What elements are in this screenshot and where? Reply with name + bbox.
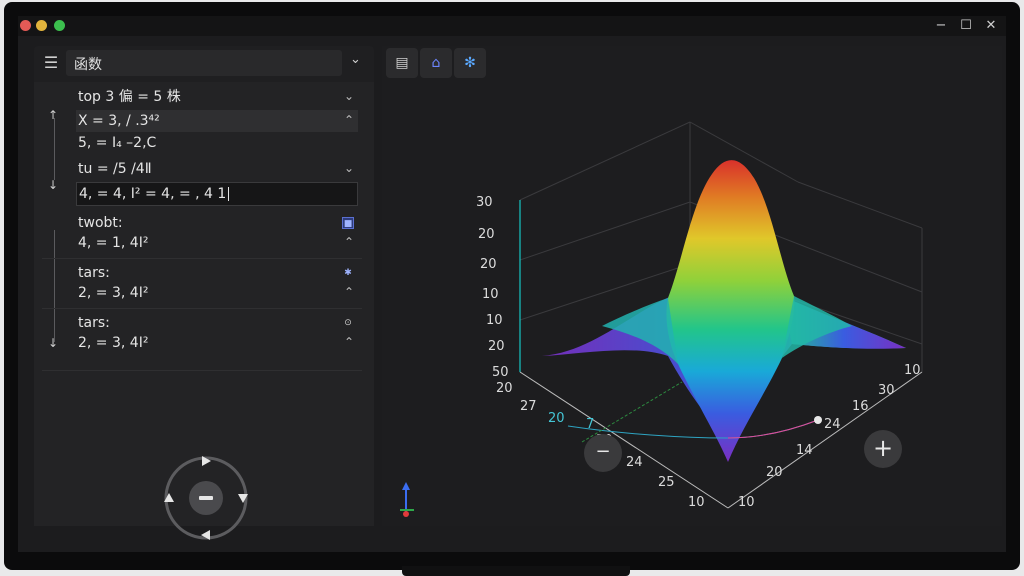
divider [42,370,362,371]
navigation-joystick[interactable] [162,454,250,542]
surface-peak [666,160,795,462]
x-tick-label: 24 [626,455,643,470]
z-tick-label: 20 [478,227,495,242]
hamburger-menu-icon[interactable]: ☰ [38,50,64,76]
z-tick-label: 50 [492,365,509,380]
z-tick-label: 20 [480,257,497,272]
expression-label: tars: [78,265,110,281]
expression-input[interactable]: 4, = 4, I² = 4, = , 4 1 [76,182,358,206]
divider [42,308,362,309]
chevron-up-icon[interactable]: ⌃ [344,335,354,349]
close-icon[interactable]: ✕ [980,16,1002,36]
y-tick-label: 20 [766,465,783,480]
arrow-down-icon[interactable]: ↓ [48,336,58,350]
graph-panel: ▤ ⌂ ✻ 30 20 20 10 10 20 50 20 27 20 7 24… [382,46,1002,526]
title-bar: − ☐ ✕ [18,16,1006,36]
close-dot-icon[interactable] [20,20,31,31]
point-marker [814,416,822,424]
expression-list: ↑ ↓ ↓ top 3 偏 = 5 株 ⌄ X = 3, / .3⁴² ⌃ 5,… [34,82,374,540]
monitor-stand [402,566,630,576]
arrow-up-icon[interactable]: ↑ [48,108,58,122]
home-icon[interactable]: ⌂ [420,48,452,78]
function-search-input[interactable]: 函数 [66,50,342,76]
y-tick-label: 30 [878,383,895,398]
minus-icon [199,496,213,500]
range-line [54,230,55,342]
expression-row[interactable]: 5, = I₄ –2,C [78,132,156,154]
z-tick-label: 30 [476,195,493,210]
y-tick-label: 14 [796,443,813,458]
zoom-out-button[interactable]: − [584,434,622,472]
range-line [54,118,55,180]
minimize-dot-icon[interactable] [36,20,47,31]
x-tick-label: 10 [688,495,705,510]
maximize-icon[interactable]: ☐ [955,16,977,36]
expression-label: tars: [78,315,110,331]
expression-row[interactable]: X = 3, / .3⁴² [76,110,358,132]
expression-label: twobt: [78,215,123,231]
y-tick-label: 10 [904,363,921,378]
zoom-in-button[interactable]: + [864,430,902,468]
settings-icon[interactable]: ✻ [454,48,486,78]
z-tick-label: 10 [486,313,503,328]
z-tick-label: 10 [482,287,499,302]
y-tick-label: 24 [824,417,841,432]
expression-row[interactable]: 2, = 3, 4I² [78,332,148,354]
chevron-down-icon[interactable]: ⌄ [344,161,354,175]
sidebar: ☰ 函数 ⌄ ↑ ↓ ↓ top 3 偏 = 5 株 ⌄ X = 3, / .3… [34,46,374,540]
x-tick-label: 7 [586,417,594,432]
minimize-icon[interactable]: − [930,16,952,36]
divider [42,258,362,259]
chevron-up-icon[interactable]: ⌃ [344,285,354,299]
expression-row[interactable]: tu = /5 /4Ⅱ [78,158,152,180]
z-tick-label: 20 [488,339,505,354]
color-swatch-icon[interactable]: ■ [342,217,354,229]
chevron-down-icon[interactable]: ⌄ [350,52,361,67]
expression-row[interactable]: 4, = 1, 4I² [78,232,148,254]
surface-plot[interactable]: 30 20 20 10 10 20 50 20 27 20 7 20 24 25… [382,82,1002,526]
y-tick-label: 16 [852,399,869,414]
surface-fold-right [782,296,852,358]
arrow-down-icon[interactable]: ↓ [48,178,58,192]
expression-row[interactable]: top 3 偏 = 5 株 [78,86,181,108]
location-icon[interactable]: ⊙ [342,317,354,329]
search-value: 函数 [74,57,102,73]
chevron-down-icon[interactable]: ⌄ [344,89,354,103]
folder-icon[interactable]: ▤ [386,48,418,78]
maximize-dot-icon[interactable] [54,20,65,31]
x-tick-label: 27 [520,399,537,414]
star-icon[interactable]: ✱ [342,267,354,279]
chevron-up-icon[interactable]: ⌃ [344,113,354,127]
x-tick-label: 20 [548,411,565,426]
x-tick-label: 25 [658,475,675,490]
expression-row[interactable]: 2, = 3, 4I² [78,282,148,304]
app-window: − ☐ ✕ ☰ 函数 ⌄ ↑ ↓ ↓ top 3 偏 = 5 株 ⌄ X = 3… [18,16,1006,552]
y-tick-label: 10 [738,495,755,510]
chevron-up-icon[interactable]: ⌃ [344,235,354,249]
axis-gizmo-icon [400,482,414,517]
x-tick-label: 20 [496,381,513,396]
